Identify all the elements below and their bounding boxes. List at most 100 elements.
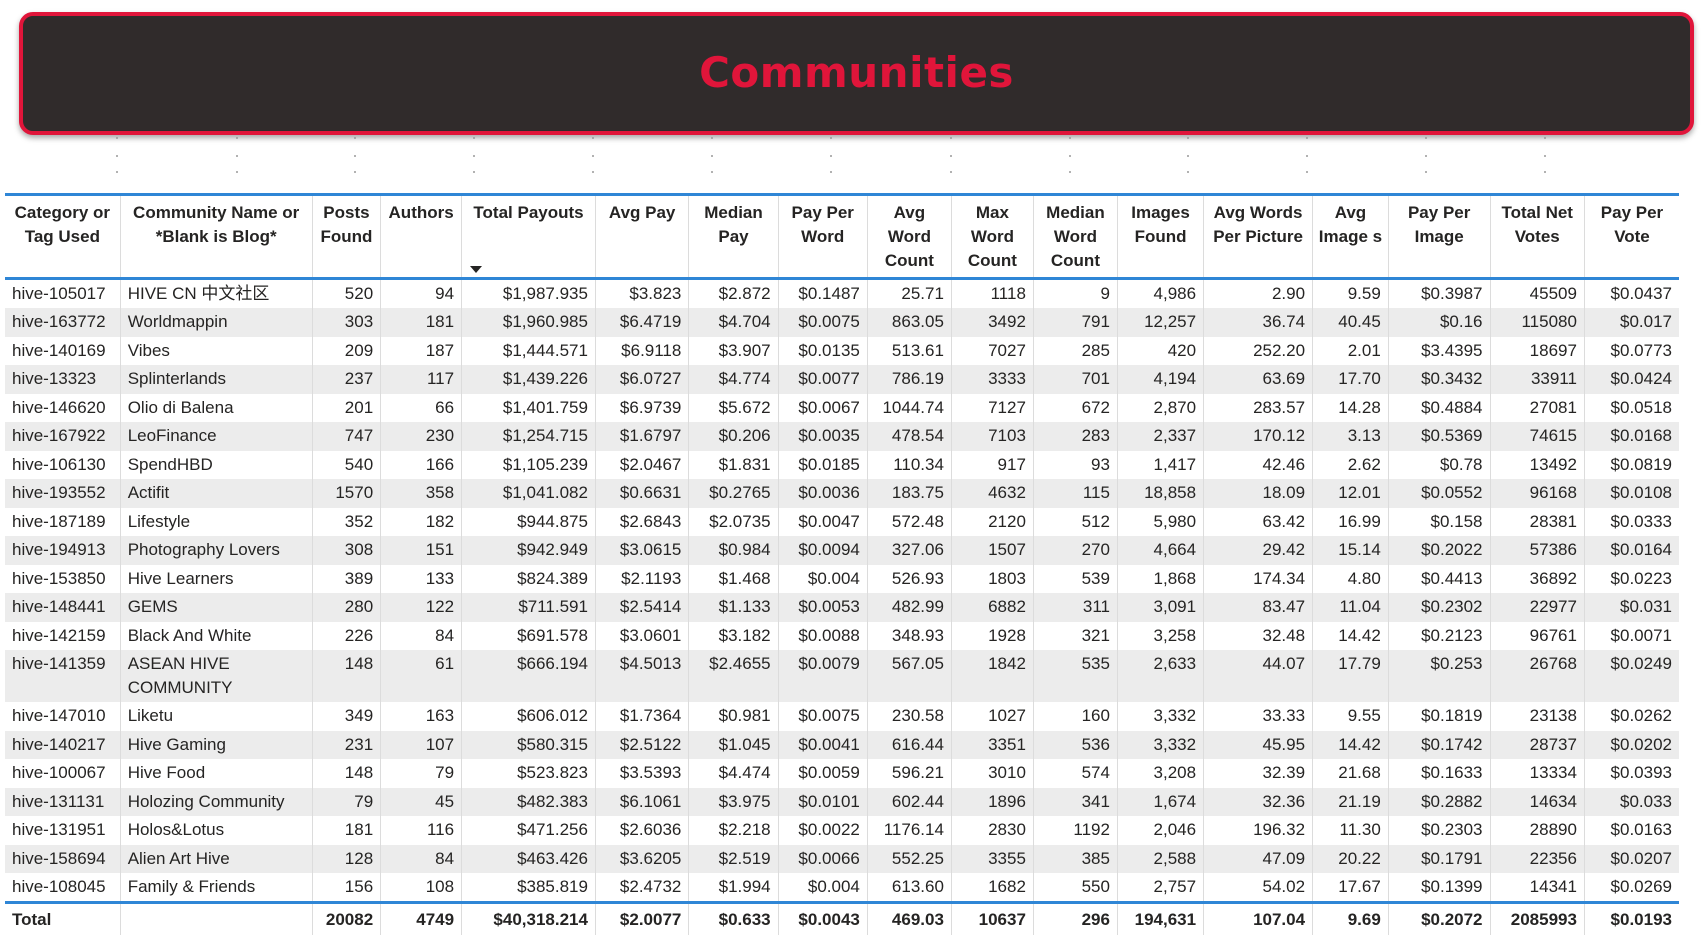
total-cell: 10637 <box>951 902 1034 935</box>
table-header-row: Category or Tag Used Community Name or *B… <box>5 194 1679 279</box>
table-cell: $6.4719 <box>595 308 690 337</box>
table-cell: 2830 <box>951 816 1034 845</box>
table-cell: 2120 <box>951 507 1034 536</box>
table-row[interactable]: hive-163772 Worldmappin 303 181 $1,960.985 $6… <box>5 308 1679 337</box>
column-header[interactable]: Total Payouts <box>461 194 596 279</box>
table-cell: hive-13323 <box>5 365 121 394</box>
table-cell: $0.0066 <box>778 844 868 873</box>
table-cell: 21.68 <box>1312 759 1389 788</box>
table-cell: 520 <box>312 278 382 308</box>
table-cell: 1192 <box>1033 816 1118 845</box>
table-cell: 115 <box>1033 479 1118 508</box>
column-header[interactable]: Authors <box>380 194 463 279</box>
table-row[interactable]: hive-140169 Vibes 209 187 $1,444.571 $6.9118 $… <box>5 336 1679 365</box>
table-cell: $2.6036 <box>595 816 690 845</box>
table-cell: $1.831 <box>688 450 779 479</box>
table-cell: 84 <box>380 621 463 650</box>
table-cell: 13334 <box>1490 759 1585 788</box>
table-row[interactable]: hive-167922 LeoFinance 747 230 $1,254.715 $1.… <box>5 422 1679 451</box>
column-header[interactable]: Pay Per Image <box>1388 194 1491 279</box>
column-header[interactable]: Community Name or *Blank is Blog* <box>120 194 313 279</box>
table-row[interactable]: hive-108045 Family & Friends 156 108 $385.81… <box>5 873 1679 903</box>
resize-dot <box>236 171 238 173</box>
table-cell: 321 <box>1033 621 1118 650</box>
column-header[interactable]: Avg Image s <box>1312 194 1389 279</box>
table-cell: $1,439.226 <box>461 365 596 394</box>
table-row[interactable]: hive-13323 Splinterlands 237 117 $1,439.226 $… <box>5 365 1679 394</box>
table-row[interactable]: hive-146620 Olio di Balena 201 66 $1,401.759… <box>5 393 1679 422</box>
table-cell: 32.39 <box>1203 759 1314 788</box>
table-cell: hive-106130 <box>5 450 121 479</box>
table-row[interactable]: hive-141359 ASEAN HIVE COMMUNITY 148 61 $666… <box>5 650 1679 702</box>
column-header[interactable]: Median Pay <box>688 194 779 279</box>
total-cell: 20082 <box>312 902 382 935</box>
resize-dot <box>830 171 832 173</box>
table-cell: 672 <box>1033 393 1118 422</box>
column-header[interactable]: Pay Per Word <box>778 194 868 279</box>
column-header[interactable]: Category or Tag Used <box>5 194 121 279</box>
column-header[interactable]: Images Found <box>1117 194 1205 279</box>
table-cell: 13492 <box>1490 450 1585 479</box>
column-header[interactable]: Avg Pay <box>595 194 690 279</box>
table-cell: 32.48 <box>1203 621 1314 650</box>
table-row[interactable]: hive-148441 GEMS 280 122 $711.591 $2.5414 $1.1… <box>5 593 1679 622</box>
resize-dot <box>711 155 713 157</box>
column-header[interactable]: Total Net Votes <box>1490 194 1585 279</box>
table-cell: $0.0059 <box>778 759 868 788</box>
table-cell: $5.672 <box>688 393 779 422</box>
table-cell: $606.012 <box>461 702 596 731</box>
table-cell: $0.4884 <box>1388 393 1491 422</box>
total-cell <box>120 902 313 935</box>
table-cell: hive-147010 <box>5 702 121 731</box>
column-header-label: Avg Image s <box>1318 203 1383 246</box>
sort-descending-icon[interactable] <box>470 266 483 273</box>
table-cell: 1507 <box>951 536 1034 565</box>
table-row[interactable]: hive-153850 Hive Learners 389 133 $824.389 $2… <box>5 564 1679 593</box>
table-cell: $2.6843 <box>595 507 690 536</box>
table-cell: 182 <box>380 507 463 536</box>
table-cell: $0.16 <box>1388 308 1491 337</box>
table-row[interactable]: hive-158694 Alien Art Hive 128 84 $463.426 $3… <box>5 844 1679 873</box>
table-cell: Photography Lovers <box>120 536 313 565</box>
table-cell: 116 <box>380 816 463 845</box>
table-cell: $0.033 <box>1620 791 1672 811</box>
table-row[interactable]: hive-106130 SpendHBD 540 166 $1,105.239 $2.04… <box>5 450 1679 479</box>
table-cell: 863.05 <box>867 308 952 337</box>
table-cell: $0.6631 <box>595 479 690 508</box>
table-row[interactable]: hive-187189 Lifestyle 352 182 $944.875 $2.684… <box>5 507 1679 536</box>
table-row[interactable]: hive-193552 Actifit 1570 358 $1,041.082 $0.66… <box>5 479 1679 508</box>
table-cell: hive-142159 <box>5 621 121 650</box>
table-cell: 2,588 <box>1117 844 1205 873</box>
table-cell: hive-141359 <box>5 650 121 702</box>
table-row[interactable]: hive-147010 Liketu 349 163 $606.012 $1.7364 $0… <box>5 702 1679 731</box>
table-cell: 28890 <box>1490 816 1585 845</box>
column-header[interactable]: Median Word Count <box>1033 194 1118 279</box>
table-cell: 22977 <box>1490 593 1585 622</box>
table-row[interactable]: hive-131951 Holos&Lotus 181 116 $471.256 $2.6… <box>5 816 1679 845</box>
table-row[interactable]: hive-105017 HIVE CN 中文社区 520 94 $1,987.935 $3… <box>5 278 1679 308</box>
column-header[interactable]: Avg Word Count <box>867 194 952 279</box>
table-cell: 15.14 <box>1312 536 1389 565</box>
column-header[interactable]: Posts Found <box>312 194 382 279</box>
table-row[interactable]: hive-194913 Photography Lovers 308 151 $942.… <box>5 536 1679 565</box>
column-header[interactable]: Pay Per Vote <box>1584 195 1679 279</box>
resize-dot <box>950 171 952 173</box>
total-cell: 107.04 <box>1203 902 1314 935</box>
table-cell: 36892 <box>1490 564 1585 593</box>
table-cell: $3.6205 <box>595 844 690 873</box>
table-total-row: Total 20082 4749 $40,318.214 $2.0077 $0.633 $0… <box>5 902 1679 935</box>
table-row[interactable]: hive-100067 Hive Food 148 79 $523.823 $3.5393… <box>5 759 1679 788</box>
table-cell: 747 <box>312 422 382 451</box>
table-row[interactable]: hive-140217 Hive Gaming 231 107 $580.315 $2.5… <box>5 730 1679 759</box>
table-cell: 526.93 <box>867 564 952 593</box>
table-cell: $691.578 <box>461 621 596 650</box>
table-row[interactable]: hive-131131 Holozing Community 79 45 $482.38… <box>5 787 1679 816</box>
table-cell: hive-163772 <box>5 308 121 337</box>
table-cell: 115080 <box>1490 308 1585 337</box>
table-cell: hive-193552 <box>5 479 121 508</box>
table-cell: 4,194 <box>1117 365 1205 394</box>
table-cell: $0.2765 <box>688 479 779 508</box>
column-header[interactable]: Max Word Count <box>951 194 1034 279</box>
table-row[interactable]: hive-142159 Black And White 226 84 $691.578 $… <box>5 621 1679 650</box>
column-header[interactable]: Avg Words Per Picture <box>1203 194 1314 279</box>
